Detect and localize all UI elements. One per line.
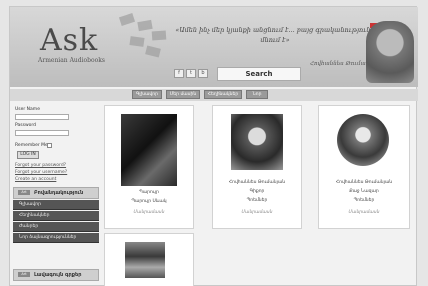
remember-label: Remember Me <box>15 143 48 148</box>
author-portrait <box>366 21 414 83</box>
tab-home[interactable]: Գլխավոր <box>132 90 162 99</box>
logo-text: Ask <box>40 23 99 58</box>
sidebar: User Name Password Remember Me LOG IN Fo… <box>13 105 99 285</box>
logo-subtitle: Armenian Audiobooks <box>38 57 105 64</box>
remember-checkbox[interactable] <box>47 143 52 148</box>
menu-heading-label: Բովանդակություն <box>34 190 84 196</box>
book-title: Քաջ Նազար <box>349 189 379 194</box>
facebook-icon[interactable]: f <box>174 69 184 78</box>
heading-pill: Art <box>18 272 30 277</box>
read-more-link[interactable]: Մանրամասն <box>105 210 193 215</box>
flying-book-icon <box>145 45 161 58</box>
read-more-link[interactable]: Մանրամասն <box>213 210 301 215</box>
tab-about[interactable]: Մեր մասին <box>166 90 200 99</box>
book-cover-image[interactable] <box>125 242 165 278</box>
book-cover-image[interactable] <box>121 114 177 186</box>
username-input[interactable] <box>15 114 69 120</box>
password-input[interactable] <box>15 130 69 136</box>
sidebar-item-genres[interactable]: Ժանրեր <box>13 222 99 232</box>
sidebar-item-new-recordings[interactable]: Նոր ձայնագրություններ <box>13 233 99 243</box>
book-card[interactable] <box>104 233 194 286</box>
book-card[interactable]: Հովհաննես Թումանյան Գիքոր Պոեմներ Մանրամ… <box>212 105 302 229</box>
book-card[interactable]: Հովհաննես Թումանյան Քաջ Նազար Պոեմներ Մա… <box>318 105 410 229</box>
create-account-link[interactable]: Create an account <box>15 177 56 182</box>
blog-icon[interactable]: b <box>198 69 208 78</box>
book-author: Պարույր Սևակ <box>131 199 167 204</box>
book-title: Գիքոր <box>249 189 265 194</box>
twitter-icon[interactable]: t <box>186 69 196 78</box>
login-button[interactable]: LOG IN <box>17 151 39 159</box>
book-title: Պարույր <box>139 190 159 195</box>
tab-authors[interactable]: Հեղինակներ <box>204 90 242 99</box>
heading-pill: Art <box>18 190 30 195</box>
book-genre: Պոեմներ <box>353 198 375 203</box>
top-navigation: Գլխավոր Մեր մասին Հեղինակներ Նոր <box>10 89 418 101</box>
book-author: Հովհաննես Թումանյան <box>335 180 393 185</box>
menu-heading: Art Բովանդակություն <box>13 187 99 199</box>
forgot-password-link[interactable]: Forgot your password? <box>15 163 66 168</box>
search-button[interactable]: Search <box>217 67 301 81</box>
page: Ask Armenian Audiobooks «Ամեն ինչ մեր կյ… <box>9 6 418 286</box>
password-label: Password <box>15 123 37 128</box>
read-more-link[interactable]: Մանրամասն <box>319 210 409 215</box>
flying-book-icon <box>151 30 167 41</box>
forgot-username-link[interactable]: Forgot your username? <box>15 170 67 175</box>
book-card[interactable]: Պարույր Պարույր Սևակ Մանրամասն <box>104 105 194 229</box>
book-cover-image[interactable] <box>231 114 283 170</box>
flying-book-icon <box>137 19 153 32</box>
site-logo[interactable]: Ask Armenian Audiobooks <box>32 23 142 79</box>
sidebar-item-authors[interactable]: Հեղինակներ <box>13 211 99 221</box>
flying-book-icon <box>129 36 145 47</box>
top-books-heading-label: Լավագույն գրքեր <box>34 272 82 278</box>
book-cover-image[interactable] <box>337 114 389 166</box>
tab-new[interactable]: Նոր <box>246 90 268 99</box>
book-author: Հովհաննես Թումանյան <box>228 180 286 185</box>
username-label: User Name <box>15 107 40 112</box>
book-genre: Պոեմներ <box>246 198 268 203</box>
header-quote: «Ամեն ինչ մեր կյանքի անցնում է... բայց գ… <box>175 26 375 44</box>
language-flags <box>370 13 410 28</box>
site-header: Ask Armenian Audiobooks «Ամեն ինչ մեր կյ… <box>10 7 418 87</box>
sidebar-item-home[interactable]: Գլխավոր <box>13 200 99 210</box>
top-books-heading: Art Լավագույն գրքեր <box>13 269 99 281</box>
